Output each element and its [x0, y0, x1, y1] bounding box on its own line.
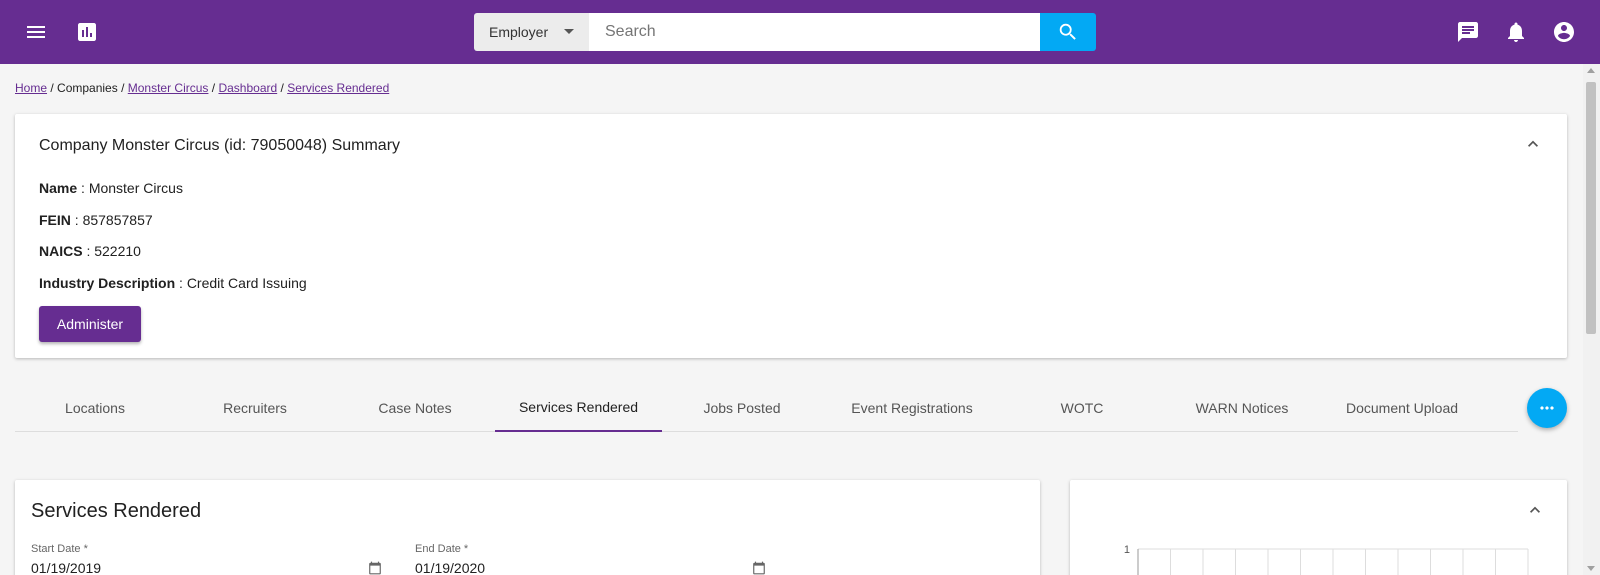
- breadcrumb-separator: /: [47, 81, 58, 95]
- breadcrumb-company[interactable]: Monster Circus: [128, 81, 209, 95]
- search-icon: [1059, 23, 1076, 40]
- services-chart: 1: [1124, 544, 1529, 575]
- field-fein: FEIN : 857857857: [39, 212, 153, 228]
- scroll-thumb[interactable]: [1586, 82, 1596, 334]
- end-date-field[interactable]: 01/19/2020: [415, 560, 485, 575]
- search-input[interactable]: [589, 13, 1040, 51]
- tab-event-registrations[interactable]: Event Registrations: [822, 384, 1002, 432]
- scroll-up-arrow[interactable]: [1587, 68, 1595, 73]
- field-label: Industry Description: [39, 275, 176, 291]
- breadcrumb-dashboard[interactable]: Dashboard: [218, 81, 277, 95]
- company-tabs: Locations Recruiters Case Notes Services…: [15, 384, 1518, 432]
- breadcrumb-companies: Companies: [57, 81, 118, 95]
- tab-wotc[interactable]: WOTC: [1002, 384, 1162, 432]
- administer-button[interactable]: Administer: [39, 306, 141, 342]
- more-actions-button[interactable]: [1527, 388, 1567, 428]
- tab-locations[interactable]: Locations: [15, 384, 175, 432]
- chevron-up-icon[interactable]: [1523, 134, 1543, 154]
- calendar-icon[interactable]: [368, 561, 382, 575]
- field-naics: NAICS : 522210: [39, 243, 141, 259]
- field-label: Name: [39, 180, 78, 196]
- breadcrumb-separator: /: [208, 81, 219, 95]
- search-button[interactable]: [1040, 13, 1096, 51]
- company-summary-card: Company Monster Circus (id: 79050048) Su…: [15, 114, 1567, 358]
- services-chart-card: 1: [1070, 480, 1567, 575]
- breadcrumb-separator: /: [117, 81, 128, 95]
- search-category-label: Employer: [489, 24, 549, 40]
- end-date-label: End Date *: [415, 543, 469, 555]
- field-label: NAICS: [39, 243, 83, 259]
- more-horizontal-icon: [1540, 406, 1554, 410]
- summary-title: Company Monster Circus (id: 79050048) Su…: [39, 137, 401, 154]
- field-industry-description: Industry Description : Credit Card Issui…: [39, 275, 307, 291]
- search-category-select[interactable]: Employer: [474, 13, 589, 51]
- services-rendered-card: Services Rendered Start Date * 01/19/201…: [15, 480, 1040, 575]
- bell-icon[interactable]: [1496, 12, 1536, 52]
- bar-chart-icon[interactable]: [67, 12, 107, 52]
- breadcrumb-separator: /: [277, 81, 288, 95]
- tab-services-rendered[interactable]: Services Rendered: [495, 384, 662, 432]
- field-name: Name : Monster Circus: [39, 180, 183, 196]
- search-bar: Employer: [474, 13, 1096, 51]
- account-icon[interactable]: [1544, 12, 1584, 52]
- start-date-label: Start Date *: [31, 543, 88, 555]
- tab-warn-notices[interactable]: WARN Notices: [1162, 384, 1322, 432]
- services-title: Services Rendered: [31, 500, 202, 522]
- tab-case-notes[interactable]: Case Notes: [335, 384, 495, 432]
- tab-recruiters[interactable]: Recruiters: [175, 384, 335, 432]
- breadcrumb-home[interactable]: Home: [15, 81, 47, 95]
- tab-document-upload[interactable]: Document Upload: [1322, 384, 1482, 432]
- page-scrollbar[interactable]: [1583, 64, 1600, 575]
- calendar-icon[interactable]: [752, 561, 766, 575]
- chart-y-tick-label: 1: [1124, 544, 1130, 556]
- app-header: Employer: [0, 0, 1600, 64]
- menu-icon[interactable]: [16, 12, 56, 52]
- field-value: Credit Card Issuing: [186, 275, 307, 291]
- field-value: Monster Circus: [88, 180, 183, 196]
- field-value: 857857857: [82, 212, 153, 228]
- breadcrumb-services-rendered[interactable]: Services Rendered: [287, 81, 389, 95]
- field-label: FEIN: [39, 212, 71, 228]
- start-date-field[interactable]: 01/19/2019: [31, 560, 101, 575]
- breadcrumb: Home / Companies / Monster Circus / Dash…: [15, 81, 389, 95]
- chevron-down-icon: [564, 29, 574, 34]
- chat-icon[interactable]: [1448, 12, 1488, 52]
- tab-jobs-posted[interactable]: Jobs Posted: [662, 384, 822, 432]
- field-value: 522210: [94, 243, 141, 259]
- scroll-down-arrow[interactable]: [1587, 566, 1595, 571]
